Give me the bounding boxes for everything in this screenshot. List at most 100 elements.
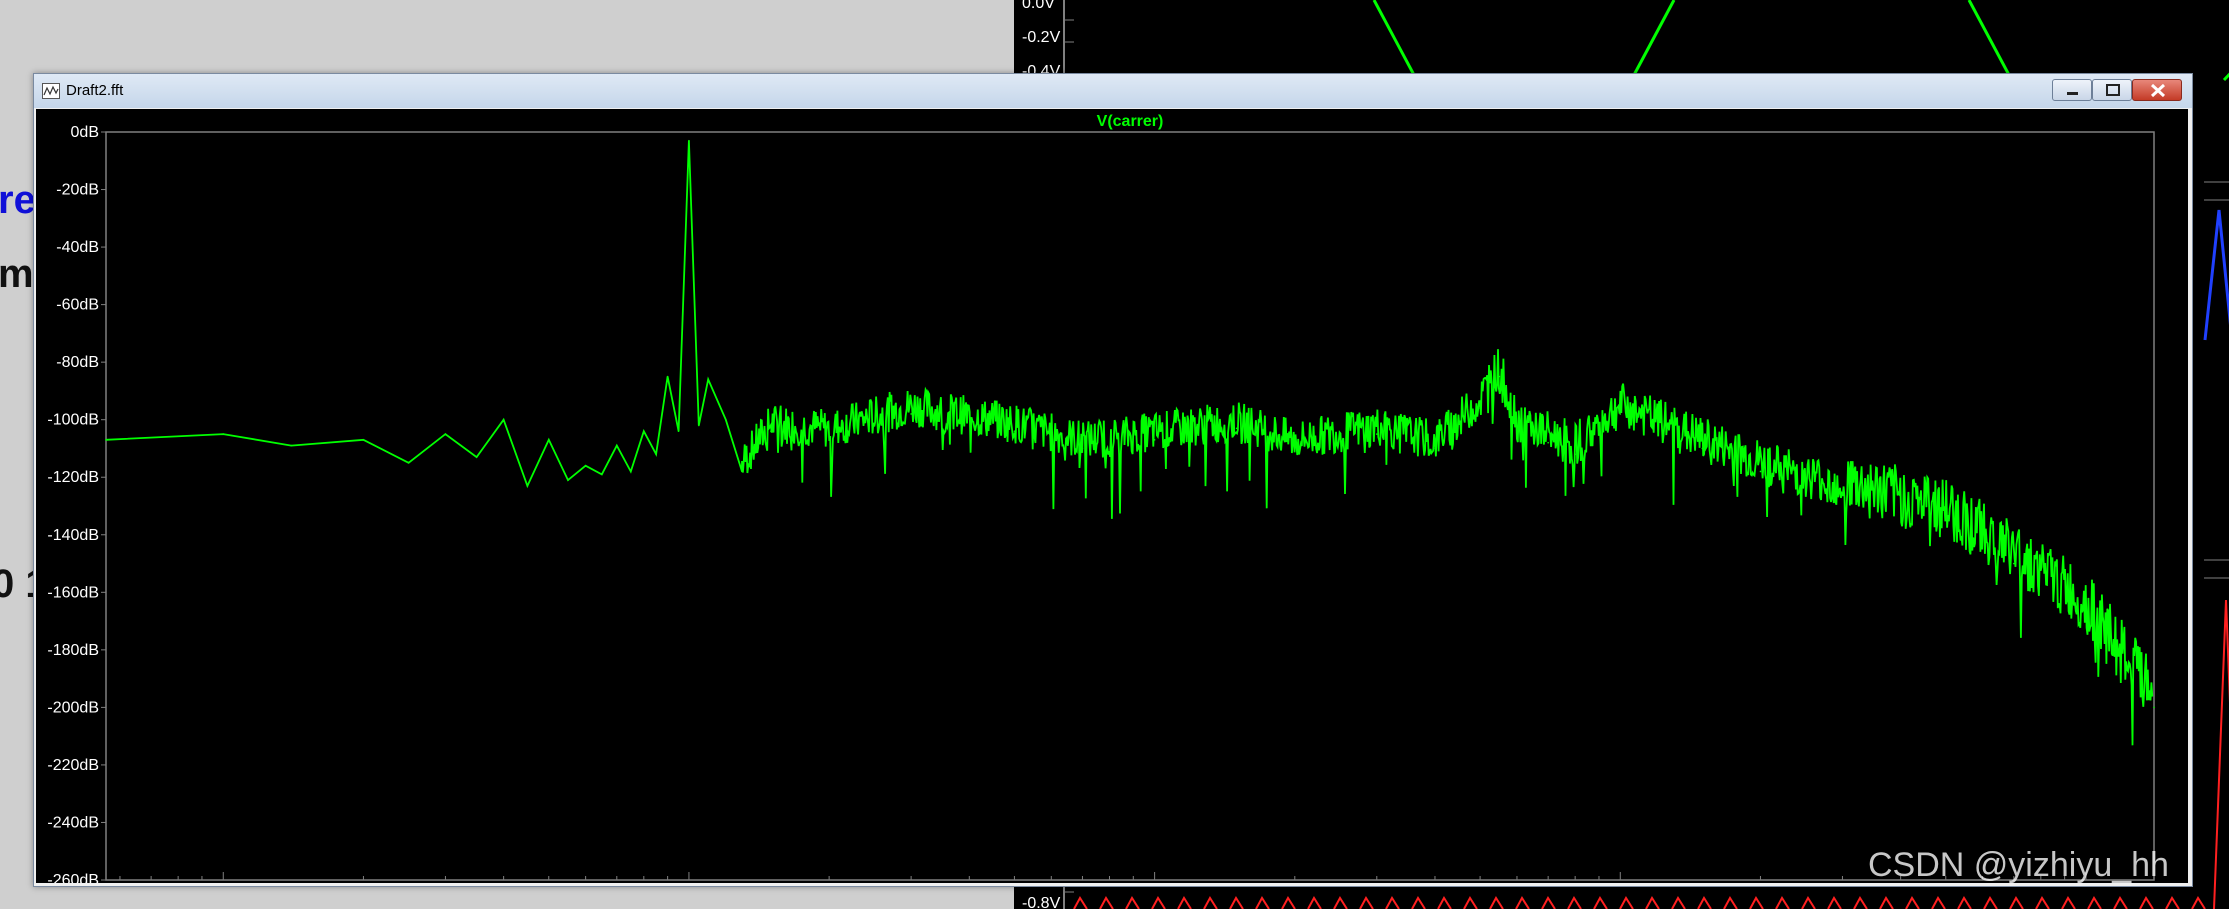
y-tick-label: -120dB: [47, 469, 99, 486]
series-point: [362, 439, 365, 441]
waveform-icon: [42, 83, 60, 99]
series-point: [526, 485, 529, 487]
background-red-trace: [2213, 599, 2229, 909]
series-point: [567, 479, 569, 481]
background-red-wave-segment: [2113, 896, 2128, 909]
background-red-wave-segment: [1671, 896, 1686, 909]
series-point: [1293, 447, 1296, 450]
background-red-wave-segment: [1593, 896, 1608, 909]
series-point: [1701, 447, 1704, 450]
series-point: [290, 444, 293, 447]
series-point: [1153, 439, 1156, 441]
series-point: [616, 444, 618, 447]
x-axis: 100Hz1KHz10KHz100KHz1MHz: [222, 872, 2087, 880]
series-point: [2085, 614, 2087, 617]
background-red-wave-segment: [1827, 896, 1842, 909]
series-point: [677, 430, 680, 433]
series-point: [1841, 493, 1844, 496]
series-point: [2013, 562, 2015, 565]
series-point: [444, 433, 447, 435]
y-tick-label: 0dB: [71, 124, 99, 141]
series-point: [502, 418, 505, 421]
series-point: [725, 418, 727, 421]
series-point: [910, 413, 912, 415]
fft-plot-area[interactable]: V(carrer) 0dB -20dB -40dB -60dB -80dB -100dB -…: [36, 109, 2188, 883]
background-green-trace: [1967, 0, 2011, 76]
series-point: [2153, 706, 2155, 709]
background-red-wave-segment: [1489, 896, 1504, 909]
background-red-wave-segment: [2087, 896, 2102, 909]
background-red-wave-segment: [1385, 896, 1400, 909]
series-point: [643, 430, 645, 433]
series-line-v-carrer: [105, 140, 2154, 746]
series-point: [741, 470, 743, 473]
y-tick-label: -160dB: [47, 584, 99, 601]
background-red-wave-segment: [1801, 896, 1816, 909]
background-blue-trace: [2203, 209, 2229, 341]
y-tick-label: -200dB: [47, 699, 99, 716]
background-red-wave-segment: [1749, 896, 1764, 909]
fft-window[interactable]: Draft2.fft V(carrer) 0dB -20dB -40dB -60dB -…: [33, 73, 2193, 887]
background-red-wave-segment: [1281, 896, 1296, 909]
background-red-wave-segment: [1619, 896, 1634, 909]
close-button[interactable]: [2132, 79, 2182, 101]
fft-chart[interactable]: V(carrer) 0dB -20dB -40dB -60dB -80dB -100dB -…: [36, 109, 2188, 883]
y-tick-label: -80dB: [56, 354, 99, 371]
background-red-wave-segment: [1541, 896, 1556, 909]
background-red-wave-segment: [1463, 896, 1478, 909]
window-title: Draft2.fft: [66, 82, 124, 99]
series-point: [1498, 375, 1501, 378]
series-point: [1235, 427, 1238, 430]
series-point: [601, 473, 603, 476]
y-tick-label: -220dB: [47, 757, 99, 774]
background-red-wave-segment: [1515, 896, 1530, 909]
series-point: [105, 439, 107, 441]
background-red-wave-segment: [1229, 896, 1244, 909]
series-point: [547, 439, 550, 441]
series-point: [1574, 453, 1576, 456]
series-point: [1375, 433, 1378, 435]
series-point: [1944, 519, 1947, 522]
minimize-button[interactable]: [2052, 79, 2092, 101]
background-red-wave-segment: [1177, 896, 1192, 909]
series-point: [666, 375, 669, 378]
background-red-wave-segment: [2035, 896, 2050, 909]
y-tick-label: -140dB: [47, 527, 99, 544]
background-red-wave-segment: [1411, 896, 1426, 909]
series-point: [584, 464, 587, 467]
chart-title: V(carrer): [1097, 113, 1164, 130]
series-point: [655, 453, 657, 456]
series-point: [688, 139, 690, 142]
background-red-wave-segment: [1151, 896, 1166, 909]
background-red-wave-segment: [1333, 896, 1348, 909]
background-red-wave-segment: [1099, 896, 1114, 909]
maximize-icon: [2106, 84, 2120, 96]
series-point: [707, 378, 710, 381]
series-point: [407, 462, 410, 464]
y-tick-label: -260dB: [47, 872, 99, 883]
window-titlebar[interactable]: Draft2.fft: [34, 74, 2192, 108]
background-red-wave-segment: [1437, 896, 1452, 909]
series-point: [475, 456, 478, 458]
series-point: [1013, 430, 1016, 433]
series-point: [222, 433, 225, 435]
series-point: [828, 436, 830, 438]
background-red-wave-segment: [1073, 896, 1088, 909]
y-tick-label: -20dB: [56, 182, 99, 199]
background-red-wave-segment: [1697, 896, 1712, 909]
background-red-wave-segment: [1983, 896, 1998, 909]
series-point: [629, 470, 632, 473]
series-point: [1547, 441, 1549, 444]
background-red-wave-segment: [1905, 896, 1920, 909]
background-red-wave-segment: [1879, 896, 1894, 909]
background-red-wave-segment: [1203, 896, 1218, 909]
series-point: [1081, 447, 1084, 450]
series-point: [1479, 407, 1481, 409]
maximize-button[interactable]: [2092, 79, 2132, 101]
background-tick-label: -0.2V: [1022, 29, 1061, 46]
y-tick-label: -100dB: [47, 412, 99, 429]
background-text-fragment: m: [0, 252, 34, 296]
background-red-wave-segment: [1723, 896, 1738, 909]
background-text-fragment: re: [0, 178, 36, 222]
background-red-wave-segment: [1645, 896, 1660, 909]
